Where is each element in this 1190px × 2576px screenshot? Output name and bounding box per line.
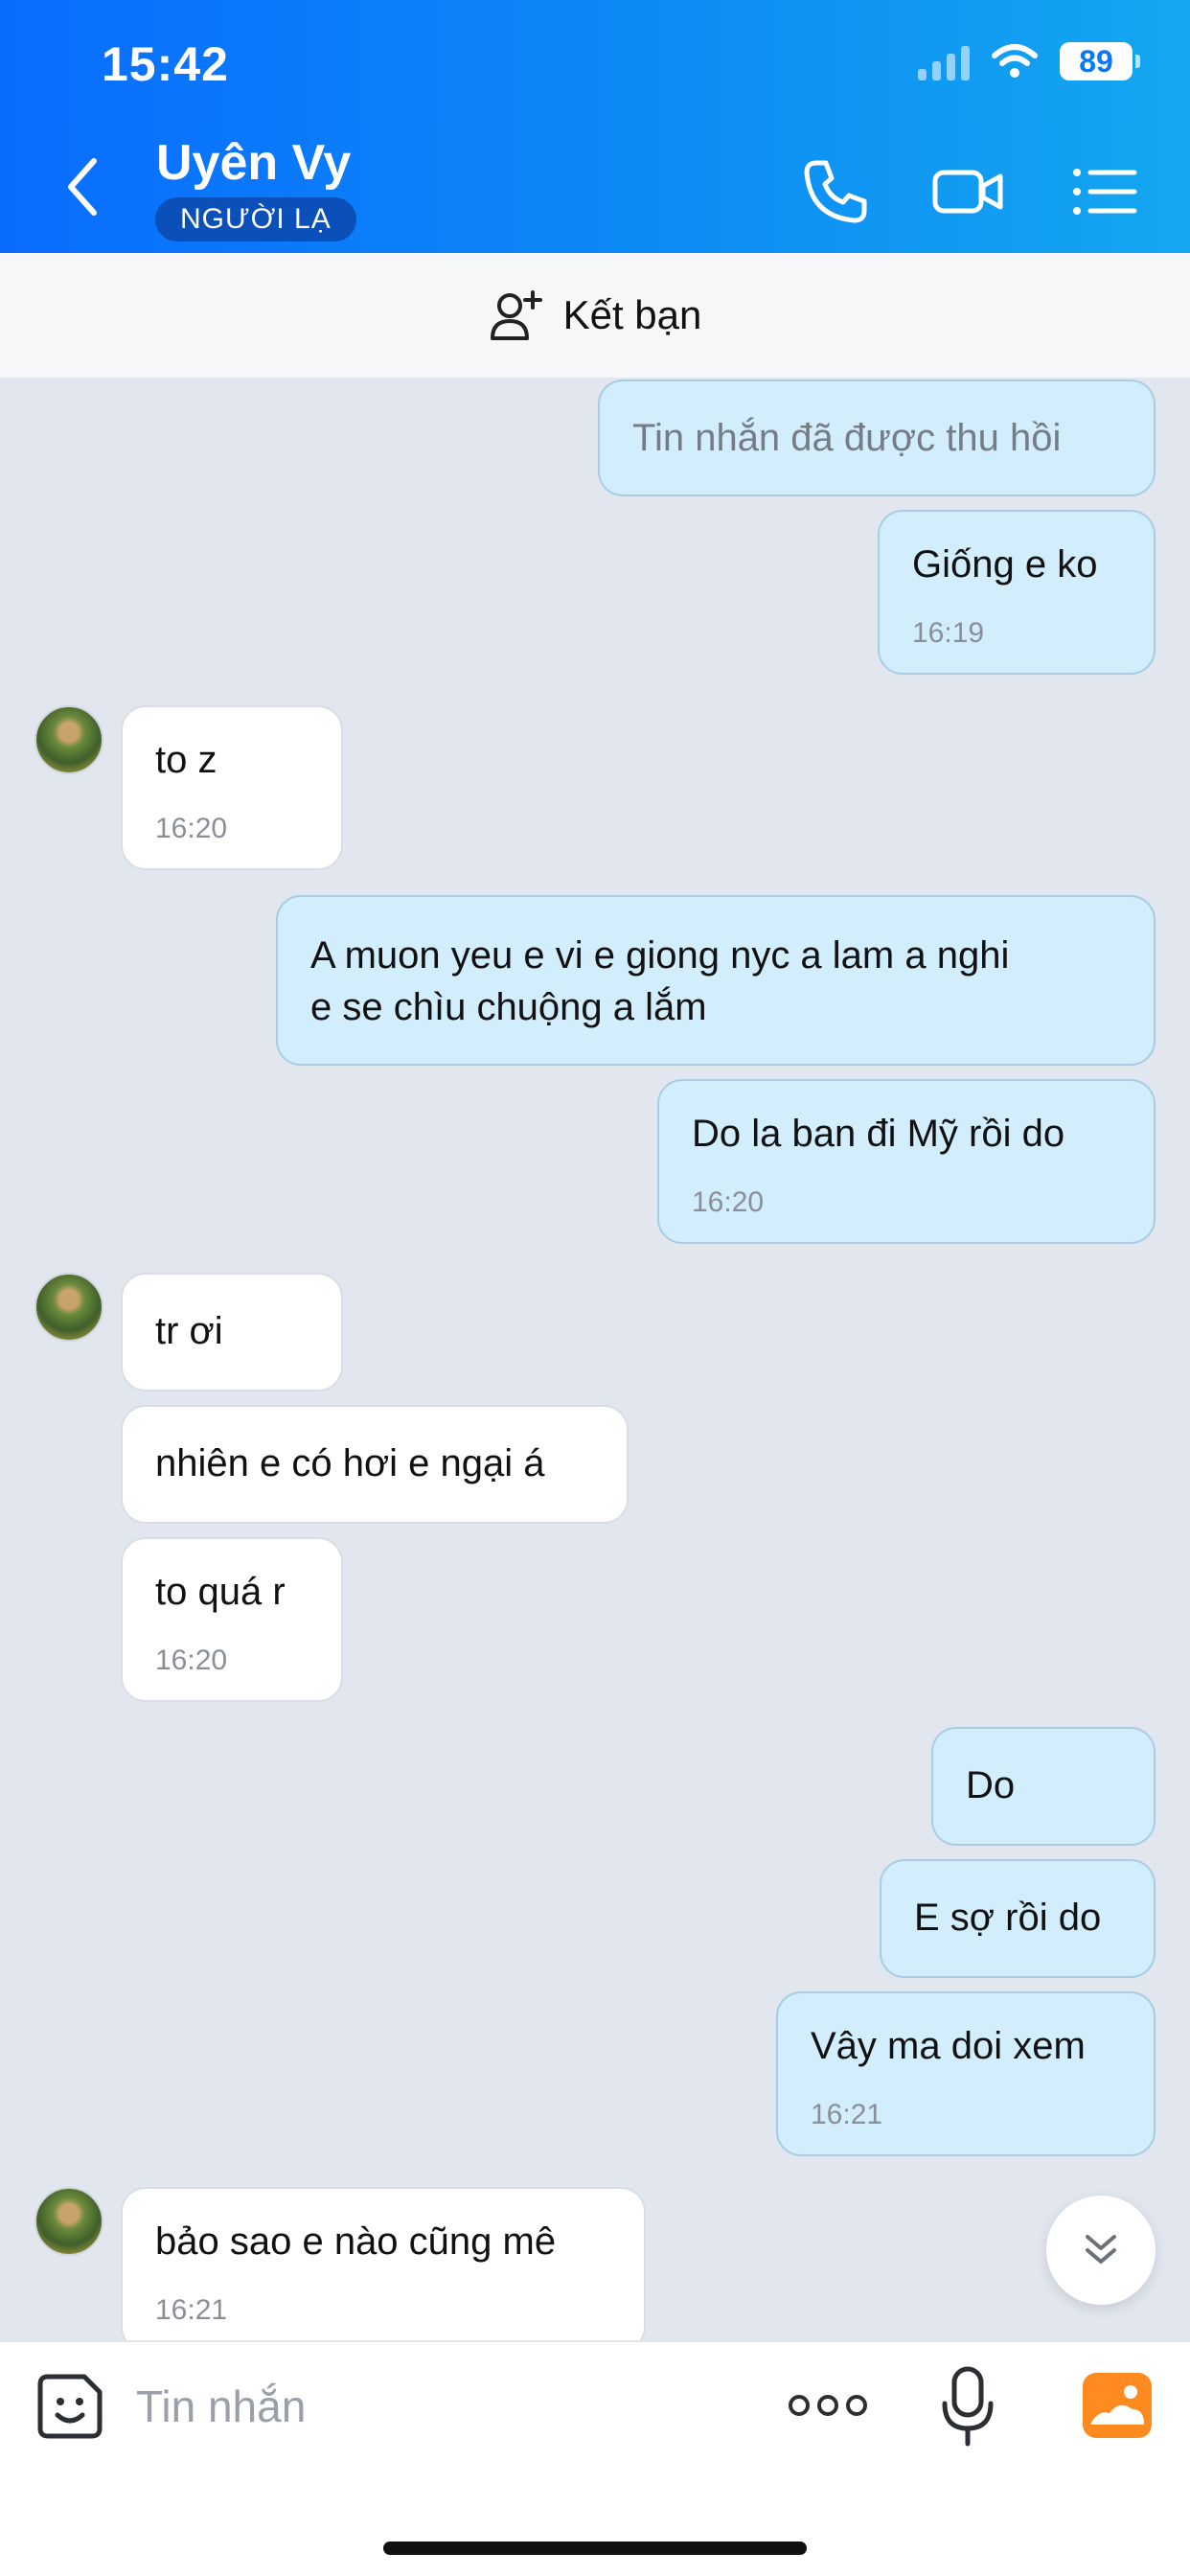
- contact-name[interactable]: Uyên Vy: [156, 134, 351, 192]
- message-input-bar: Tin nhắn: [0, 2340, 1190, 2576]
- add-user-icon: [490, 290, 542, 340]
- message-outgoing[interactable]: Do la ban đi Mỹ rồi do 16:20: [657, 1079, 1156, 1244]
- message-incoming[interactable]: to quá r 16:20: [121, 1537, 343, 1702]
- message-outgoing[interactable]: Do: [931, 1727, 1156, 1846]
- double-chevron-down-icon: [1086, 2235, 1116, 2264]
- add-friend-button[interactable]: Kết bạn: [0, 253, 1190, 378]
- chat-header: 15:42 89 Uyên Vy NGƯỜI LẠ: [0, 0, 1190, 253]
- image-gallery-icon[interactable]: [1081, 2371, 1154, 2440]
- message-outgoing[interactable]: A muon yeu e vi e giong nyc a lam a nghi…: [276, 895, 1156, 1066]
- message-time: 16:19: [912, 617, 985, 649]
- message-time: 16:21: [811, 2099, 883, 2130]
- message-time: 16:20: [155, 813, 228, 844]
- message-text: Vây ma doi xem: [811, 2025, 1086, 2067]
- message-text: to z: [155, 739, 217, 781]
- avatar[interactable]: [34, 1273, 103, 1342]
- sticker-icon[interactable]: [34, 2371, 105, 2442]
- home-indicator: [383, 2542, 807, 2555]
- battery-level: 89: [1079, 43, 1113, 79]
- message-time: 16:20: [155, 1644, 228, 1676]
- battery-indicator: 89: [1060, 42, 1140, 80]
- cellular-signal-icon: [918, 42, 970, 80]
- message-text-line: e se chìu chuộng a lắm: [310, 986, 707, 1028]
- chevron-left-icon[interactable]: [59, 153, 107, 220]
- status-time: 15:42: [102, 37, 229, 91]
- message-text: Do: [966, 1764, 1016, 1806]
- wifi-icon: [992, 44, 1038, 78]
- message-text: tr ơi: [155, 1310, 223, 1352]
- message-text-line: A muon yeu e vi e giong nyc a lam a nghi: [310, 934, 1010, 977]
- message-text: to quá r: [155, 1571, 286, 1613]
- message-recalled[interactable]: Tin nhắn đã được thu hồi: [598, 380, 1156, 496]
- message-incoming[interactable]: to z 16:20: [121, 705, 343, 870]
- message-outgoing[interactable]: Vây ma doi xem 16:21: [776, 1991, 1156, 2156]
- avatar[interactable]: [34, 705, 103, 774]
- message-text: Tin nhắn đã được thu hồi: [632, 417, 1062, 459]
- message-outgoing[interactable]: Giống e ko 16:19: [878, 510, 1156, 675]
- message-text: nhiên e có hơi e ngại á: [155, 1442, 545, 1484]
- message-outgoing[interactable]: E sợ rồi do: [880, 1859, 1156, 1978]
- video-camera-icon[interactable]: [929, 153, 1006, 230]
- message-text: Giống e ko: [912, 543, 1098, 586]
- more-dots-icon[interactable]: [788, 2384, 868, 2426]
- phone-icon[interactable]: [797, 153, 874, 230]
- message-time: 16:20: [692, 1186, 765, 1218]
- stranger-badge: NGƯỜI LẠ: [155, 197, 356, 242]
- message-text: E sợ rồi do: [914, 1897, 1102, 1939]
- message-text: bảo sao e nào cũng mê: [155, 2220, 557, 2263]
- message-text: Do la ban đi Mỹ rồi do: [692, 1113, 1065, 1155]
- stranger-badge-label: NGƯỜI LẠ: [180, 203, 332, 235]
- status-indicators: 89: [918, 42, 1140, 80]
- avatar[interactable]: [34, 2187, 103, 2256]
- list-menu-icon[interactable]: [1067, 153, 1144, 230]
- message-input[interactable]: Tin nhắn: [136, 2380, 306, 2432]
- scroll-to-bottom-button[interactable]: [1046, 2196, 1156, 2305]
- message-incoming[interactable]: bảo sao e nào cũng mê 16:21: [121, 2187, 646, 2352]
- message-time: 16:21: [155, 2294, 228, 2326]
- microphone-icon[interactable]: [939, 2363, 996, 2450]
- add-friend-label: Kết bạn: [562, 292, 702, 337]
- message-incoming[interactable]: tr ơi: [121, 1273, 343, 1392]
- message-incoming[interactable]: nhiên e có hơi e ngại á: [121, 1405, 629, 1524]
